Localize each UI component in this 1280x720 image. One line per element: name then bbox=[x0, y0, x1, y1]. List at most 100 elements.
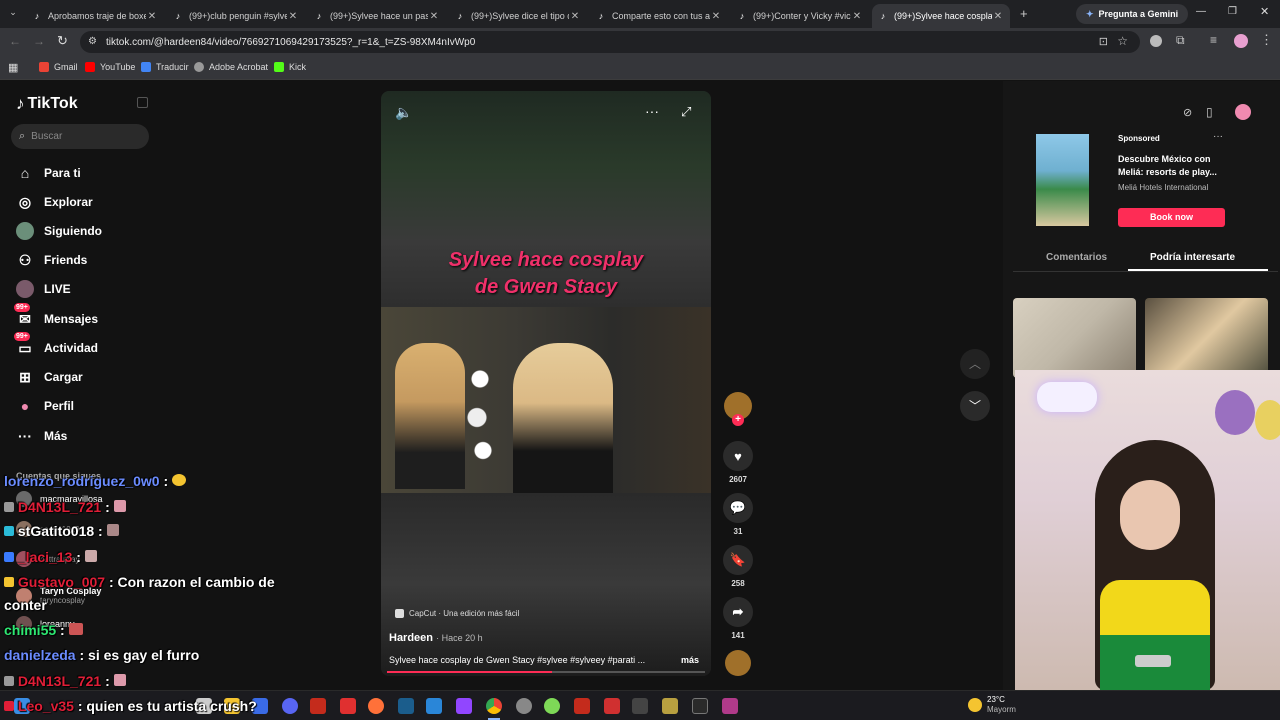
nav-item-para-ti[interactable]: ⌂ Para ti bbox=[16, 164, 81, 182]
more-icon: ··· bbox=[18, 428, 32, 444]
comment-button[interactable]: 💬 31 bbox=[722, 493, 754, 536]
nav-item-siguiendo[interactable]: Siguiendo bbox=[16, 222, 102, 240]
tab-search-button[interactable]: ⌄ bbox=[6, 7, 20, 21]
music-disc-icon[interactable] bbox=[725, 650, 751, 676]
nav-item-explorar[interactable]: ◎ Explorar bbox=[16, 193, 93, 211]
embed-icon[interactable]: ⊘ bbox=[1183, 106, 1192, 119]
taskbar-app-icon[interactable] bbox=[662, 698, 678, 714]
browser-menu-icon[interactable]: ⋮ bbox=[1260, 32, 1273, 48]
taskbar-app-icon[interactable] bbox=[574, 698, 590, 714]
taskbar-app-icon[interactable] bbox=[340, 698, 356, 714]
tab-podria-interesarte[interactable]: Podría interesarte bbox=[1150, 252, 1235, 263]
apps-icon[interactable]: ▦ bbox=[8, 61, 18, 74]
forward-icon[interactable]: → bbox=[33, 34, 45, 48]
steam-icon[interactable] bbox=[398, 698, 414, 714]
close-tab-icon[interactable]: ✕ bbox=[428, 11, 440, 22]
search-input[interactable]: ⌕ Buscar bbox=[11, 124, 149, 149]
author-avatar-button[interactable]: + bbox=[722, 392, 754, 426]
profile-icon[interactable] bbox=[1235, 104, 1251, 120]
collapse-sidebar-icon[interactable] bbox=[137, 97, 148, 108]
nav-item-mensajes[interactable]: ✉ 99+ Mensajes bbox=[14, 303, 98, 328]
taskbar-app-icon[interactable] bbox=[310, 698, 326, 714]
streamer-top bbox=[1100, 580, 1210, 690]
bookmark-kick[interactable]: Kick bbox=[274, 62, 306, 72]
install-icon[interactable]: ⊡ bbox=[1099, 35, 1108, 48]
close-window-button[interactable]: ✕ bbox=[1260, 5, 1269, 18]
video-player[interactable]: 🔈 ··· ⤢ Sylvee hace cosplay de Gwen Stac… bbox=[381, 91, 711, 676]
browser-tab[interactable]: ♪ (99+)Sylvee dice el tipo de ✕ bbox=[449, 4, 587, 28]
volume-icon[interactable]: 🔈 bbox=[395, 104, 412, 121]
nav-item-actividad[interactable]: ▭ 99+ Actividad bbox=[14, 332, 98, 357]
firefox-icon[interactable] bbox=[368, 698, 384, 714]
fullscreen-icon[interactable]: ⤢ bbox=[681, 104, 691, 120]
back-icon[interactable]: ← bbox=[9, 34, 21, 48]
taskbar-app-icon[interactable] bbox=[632, 698, 648, 714]
ad-thumbnail[interactable] bbox=[1036, 134, 1089, 226]
next-video-button[interactable]: ﹀ bbox=[960, 391, 990, 421]
follow-plus-icon[interactable]: + bbox=[732, 414, 744, 426]
discord-icon[interactable] bbox=[282, 698, 298, 714]
nav-item-live[interactable]: LIVE bbox=[16, 280, 71, 298]
close-tab-icon[interactable]: ✕ bbox=[710, 11, 722, 22]
new-tab-button[interactable]: + bbox=[1020, 6, 1028, 21]
bookmark-adobe-acrobat[interactable]: Adobe Acrobat bbox=[194, 62, 268, 72]
previous-video-button[interactable]: ︿ bbox=[960, 349, 990, 379]
capcut-link[interactable]: CapCut · Una edición más fácil bbox=[395, 609, 519, 618]
reload-icon[interactable]: ↻ bbox=[57, 33, 68, 49]
close-tab-icon[interactable]: ✕ bbox=[287, 11, 299, 22]
share-button[interactable]: ➦ 141 bbox=[722, 597, 754, 640]
close-tab-icon[interactable]: ✕ bbox=[992, 11, 1004, 22]
bookmark-youtube[interactable]: YouTube bbox=[85, 62, 135, 72]
taskbar-app-icon[interactable] bbox=[456, 698, 472, 714]
restore-button[interactable]: ❐ bbox=[1228, 6, 1237, 17]
tiktok-logo[interactable]: ♪ TikTok bbox=[16, 94, 78, 114]
minimize-button[interactable]: — bbox=[1196, 6, 1206, 17]
close-tab-icon[interactable]: ✕ bbox=[569, 11, 581, 22]
bookmark-traducir[interactable]: Traducir bbox=[141, 62, 189, 72]
video-progress-bar[interactable] bbox=[387, 671, 705, 673]
taskbar-app-icon[interactable] bbox=[604, 698, 620, 714]
video-more-options-icon[interactable]: ··· bbox=[645, 103, 659, 119]
nav-item-perfil[interactable]: ● Perfil bbox=[16, 397, 74, 415]
nav-item-friends[interactable]: ⚇ Friends bbox=[16, 251, 88, 269]
weather-widget[interactable]: 23°C Mayorm bbox=[968, 695, 1016, 715]
nav-item-cargar[interactable]: ⊞ Cargar bbox=[16, 368, 83, 386]
site-info-icon[interactable]: ⚙ bbox=[88, 36, 97, 47]
browser-tab[interactable]: ♪ Comparte esto con tus am ✕ bbox=[590, 4, 728, 28]
taskbar-app-icon[interactable] bbox=[722, 698, 738, 714]
chrome-icon[interactable] bbox=[486, 698, 502, 714]
nav-item-mas[interactable]: ··· Más bbox=[16, 427, 67, 445]
browser-tab[interactable]: ♪ Aprobamos traje de boxeo ✕ bbox=[26, 4, 164, 28]
author-name[interactable]: Hardeen bbox=[389, 632, 433, 644]
sponsored-label: Sponsored bbox=[1118, 134, 1160, 143]
activity-icon: ▭ 99+ bbox=[14, 332, 32, 356]
browser-tab-active[interactable]: ♪ (99+)Sylvee hace cosplay ✕ bbox=[872, 4, 1010, 28]
close-tab-icon[interactable]: ✕ bbox=[851, 11, 863, 22]
ad-options-icon[interactable]: ··· bbox=[1213, 131, 1223, 142]
ad-title[interactable]: Descubre México con Meliá: resorts de pl… bbox=[1118, 153, 1228, 179]
book-now-button[interactable]: Book now bbox=[1118, 208, 1225, 227]
like-button[interactable]: ♥ 2607 bbox=[722, 441, 754, 484]
extensions-puzzle-icon[interactable]: ⧉ bbox=[1176, 33, 1185, 48]
extension-icon[interactable] bbox=[1150, 35, 1162, 47]
browser-tab[interactable]: ♪ (99+)Conter y Vicky #vicky ✕ bbox=[731, 4, 869, 28]
device-icon[interactable]: ▯ bbox=[1206, 105, 1213, 119]
suggested-video-thumbnail[interactable] bbox=[1145, 298, 1268, 378]
tab-comentarios[interactable]: Comentarios bbox=[1046, 252, 1107, 263]
epic-games-icon[interactable] bbox=[692, 698, 708, 714]
profile-avatar[interactable] bbox=[1234, 34, 1248, 48]
bookmark-gmail[interactable]: Gmail bbox=[39, 62, 78, 72]
taskbar-app-icon[interactable] bbox=[426, 698, 442, 714]
see-more-link[interactable]: más bbox=[681, 655, 699, 665]
browser-tab[interactable]: ♪ (99+)club penguin #sylvee ✕ bbox=[167, 4, 305, 28]
gemini-button[interactable]: ✦ Pregunta a Gemini bbox=[1076, 4, 1189, 24]
taskbar-app-icon[interactable] bbox=[544, 698, 560, 714]
suggested-video-thumbnail[interactable] bbox=[1013, 298, 1136, 378]
browser-tab[interactable]: ♪ (99+)Sylvee hace un paste ✕ bbox=[308, 4, 446, 28]
address-bar[interactable]: ⚙ tiktok.com/@hardeen84/video/7669271069… bbox=[80, 31, 1140, 53]
bookmark-star-icon[interactable]: ☆ bbox=[1117, 34, 1128, 48]
media-controls-icon[interactable]: ≡ bbox=[1210, 33, 1217, 47]
taskbar-app-icon[interactable] bbox=[516, 698, 532, 714]
close-tab-icon[interactable]: ✕ bbox=[146, 11, 158, 22]
save-button[interactable]: 🔖 258 bbox=[722, 545, 754, 588]
